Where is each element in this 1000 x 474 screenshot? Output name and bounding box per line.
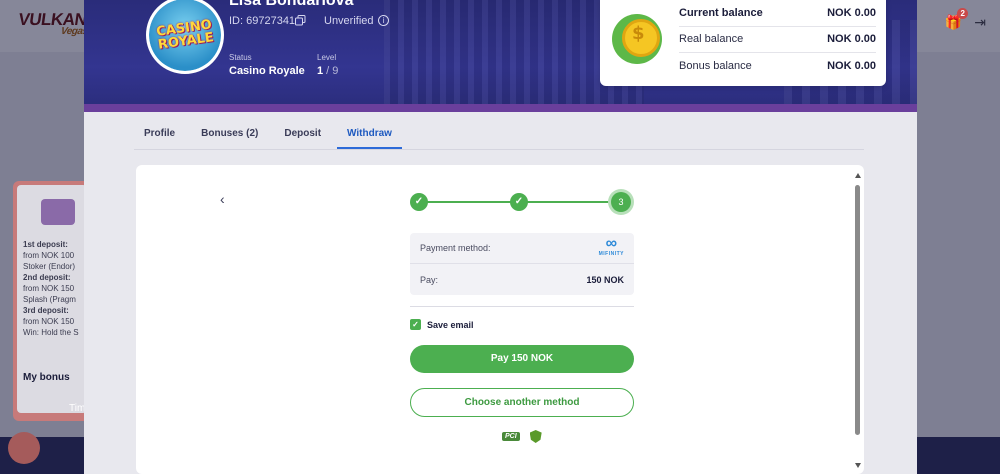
step-1-done: ✓ [410, 193, 428, 211]
payment-method-label: Payment method: [420, 243, 491, 253]
header-icons: 🎁 2 ⇥ [945, 8, 986, 31]
balance-row: Current balance NOK 0.00 [679, 0, 876, 27]
status-value: Casino Royale [229, 65, 305, 77]
promo-line: 3rd deposit: [23, 306, 69, 315]
profile-tabs: Profile Bonuses (2) Deposit Withdraw [134, 118, 864, 150]
shield-icon [529, 430, 542, 443]
chat-bubble-icon [8, 432, 40, 464]
checkmark-icon: ✓ [410, 319, 421, 330]
scroll-up-icon[interactable] [855, 173, 861, 178]
gift-box-icon [41, 199, 75, 225]
promo-line: Win: Hold the S [23, 328, 79, 337]
scroll-down-icon[interactable] [855, 463, 861, 468]
profile-modal: CASINO ROYALE Lisa Bondarlova ID: 6972734… [84, 0, 917, 474]
status-label: Status [229, 53, 252, 62]
verification-status: Unverified [324, 15, 374, 27]
balance-row: Bonus balance NOK 0.00 [679, 53, 876, 80]
balance-label: Current balance [679, 6, 763, 19]
site-logo: VULKAN Vegas [17, 10, 89, 37]
user-id: ID: 69727341 [229, 15, 296, 27]
balance-value: NOK 0.00 [827, 6, 876, 19]
security-badges: PCI [502, 430, 542, 443]
promo-timer: Tim [69, 403, 86, 414]
scrollbar[interactable] [854, 173, 862, 468]
tab-bonuses[interactable]: Bonuses (2) [191, 118, 268, 149]
pay-amount: 150 NOK [586, 274, 624, 285]
balance-card: $ Current balance NOK 0.00 Real balance NOK… [600, 0, 886, 86]
divider [410, 306, 634, 307]
back-arrow-icon[interactable]: ‹ [220, 191, 225, 207]
promo-line: 2nd deposit: [23, 273, 71, 282]
step-connector [419, 201, 519, 203]
promo-line: from NOK 150 [23, 284, 75, 293]
tab-deposit[interactable]: Deposit [274, 118, 331, 149]
tab-withdraw[interactable]: Withdraw [337, 118, 402, 149]
hero-stripe [84, 104, 917, 112]
pay-button[interactable]: Pay 150 NOK [410, 345, 634, 373]
info-icon[interactable]: i [378, 15, 389, 26]
promo-line: 1st deposit: [23, 240, 68, 249]
promo-line: Splash (Pragm [23, 295, 76, 304]
coin-icon: $ [612, 14, 662, 64]
mifinity-logo: ∞ MIFINITY [598, 235, 624, 258]
save-email-label: Save email [427, 319, 474, 330]
step-2-done: ✓ [510, 193, 528, 211]
withdraw-panel: ‹ ✓ ✓ 3 Payment method: ∞ MIFINITY Pay: 1… [136, 165, 864, 474]
avatar: CASINO ROYALE [146, 0, 224, 74]
pay-label: Pay: [420, 274, 439, 285]
balance-row: Real balance NOK 0.00 [679, 27, 876, 53]
level-label: Level [317, 53, 337, 62]
copy-icon[interactable] [295, 15, 306, 26]
promo-line: from NOK 100 [23, 251, 75, 260]
pci-badge-icon: PCI [502, 432, 520, 441]
payment-summary: Payment method: ∞ MIFINITY Pay: 150 NOK [410, 233, 634, 295]
choose-another-method-button[interactable]: Choose another method [410, 388, 634, 417]
avatar-logo: CASINO ROYALE [155, 17, 215, 53]
promo-line: Stoker (Endor) [23, 262, 76, 271]
tab-profile[interactable]: Profile [134, 118, 185, 149]
my-bonus-link: My bonus [23, 372, 70, 383]
logout-icon: ⇥ [974, 14, 986, 30]
promo-line: from NOK 150 [23, 317, 75, 326]
balance-value: NOK 0.00 [827, 60, 876, 73]
withdraw-stepper: ✓ ✓ 3 [410, 191, 632, 213]
balance-value: NOK 0.00 [827, 33, 876, 46]
balance-label: Real balance [679, 33, 744, 46]
balance-label: Bonus balance [679, 60, 752, 73]
save-email-checkbox[interactable]: ✓ Save email [410, 319, 474, 330]
promo-card: 1st deposit: from NOK 100 Stoker (Endor)… [13, 181, 91, 421]
level-value: 1 / 9 [317, 65, 339, 77]
step-connector [519, 201, 621, 203]
step-3-current: 3 [611, 192, 631, 212]
user-name: Lisa Bondarlova [229, 0, 354, 9]
scroll-thumb[interactable] [855, 185, 860, 435]
gift-icon: 🎁 2 [945, 8, 969, 31]
